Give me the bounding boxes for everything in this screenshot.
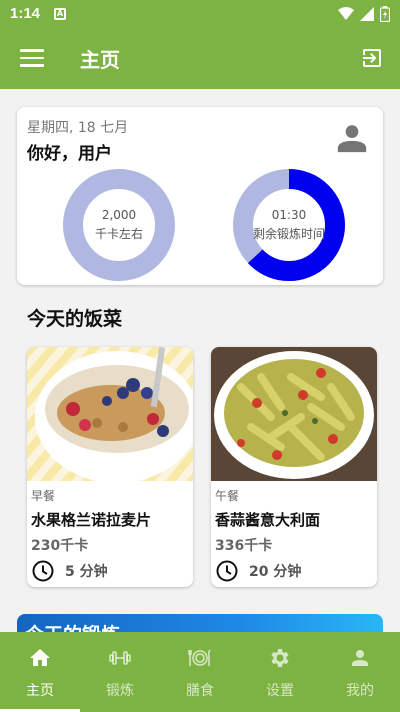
home-icon <box>30 649 50 666</box>
meal-type: 早餐 <box>31 489 56 503</box>
meal-duration: 5 分钟 <box>31 559 108 583</box>
nav-profile[interactable]: 我的 <box>320 632 400 712</box>
meal-card-breakfast[interactable]: 早餐 水果格兰诺拉麦片 230千卡 5 分钟 <box>27 347 193 587</box>
time-left-value: 01:30 <box>271 208 307 222</box>
pesto-pasta-photo <box>211 347 377 481</box>
nav-home-label: 主页 <box>26 683 54 699</box>
status-bar: 1:14 A <box>0 0 400 27</box>
granola-photo <box>27 347 193 481</box>
nav-settings-label: 设置 <box>266 683 294 699</box>
workout-section-title: 今天的锻炼 <box>25 620 120 632</box>
home-content[interactable]: 星期四, 18 七月 你好，用户 2,000 千卡左右 01:30 剩余锻炼时间 <box>0 89 400 632</box>
meal-name: 水果格兰诺拉麦片 <box>31 511 152 529</box>
bottom-nav: 主页 锻炼 膳食 设置 我的 <box>0 632 400 712</box>
meal-calories: 336千卡 <box>215 538 273 554</box>
greeting-text: 你好，用户 <box>27 144 112 164</box>
profile-icon[interactable] <box>335 121 369 155</box>
calorie-value: 2,000 <box>101 208 137 222</box>
calorie-ring-text: 2,000 千卡左右 <box>63 169 175 281</box>
notification-icon: A <box>54 7 67 20</box>
nav-meals[interactable]: 膳食 <box>160 632 240 712</box>
status-icons <box>338 5 390 22</box>
meals-section-title: 今天的饭菜 <box>27 308 123 330</box>
status-time: 1:14 <box>10 5 41 22</box>
meal-type: 午餐 <box>215 489 240 503</box>
workout-card[interactable]: 今天的锻炼 <box>17 614 383 632</box>
clock-icon <box>32 560 54 582</box>
battery-icon <box>380 5 390 22</box>
calorie-ring: 2,000 千卡左右 <box>63 169 175 281</box>
nav-settings[interactable]: 设置 <box>240 632 320 712</box>
page-title: 主页 <box>80 47 120 72</box>
nav-profile-label: 我的 <box>346 683 374 699</box>
date-text: 星期四, 18 七月 <box>27 120 129 136</box>
nav-meals-label: 膳食 <box>186 683 214 699</box>
gear-icon <box>271 649 289 667</box>
wifi-icon <box>338 6 354 20</box>
app-bar: 主页 <box>0 27 400 89</box>
nav-home[interactable]: 主页 <box>0 632 80 712</box>
time-left-ring: 01:30 剩余锻炼时间 <box>233 169 345 281</box>
calorie-label: 千卡左右 <box>94 227 143 241</box>
meal-card-lunch[interactable]: 午餐 香蒜酱意大利面 336千卡 20 分钟 <box>211 347 377 587</box>
meal-duration: 20 分钟 <box>215 559 301 583</box>
person-icon <box>352 650 368 666</box>
time-left-ring-text: 01:30 剩余锻炼时间 <box>233 169 345 281</box>
time-left-label: 剩余锻炼时间 <box>252 227 325 241</box>
nav-workout-label: 锻炼 <box>106 683 134 699</box>
clock-icon <box>216 560 238 582</box>
meal-duration-text: 20 分钟 <box>249 564 302 580</box>
meal-name: 香蒜酱意大利面 <box>215 511 321 529</box>
meal-duration-text: 5 分钟 <box>65 564 108 580</box>
meal-icon <box>188 649 211 666</box>
dumbbell-icon <box>109 651 131 665</box>
logout-icon[interactable] <box>360 46 384 70</box>
meal-calories: 230千卡 <box>31 538 89 554</box>
daily-summary-card: 星期四, 18 七月 你好，用户 2,000 千卡左右 01:30 剩余锻炼时间 <box>17 107 383 285</box>
menu-icon[interactable] <box>20 46 44 70</box>
signal-icon <box>360 6 374 21</box>
nav-workout[interactable]: 锻炼 <box>80 632 160 712</box>
